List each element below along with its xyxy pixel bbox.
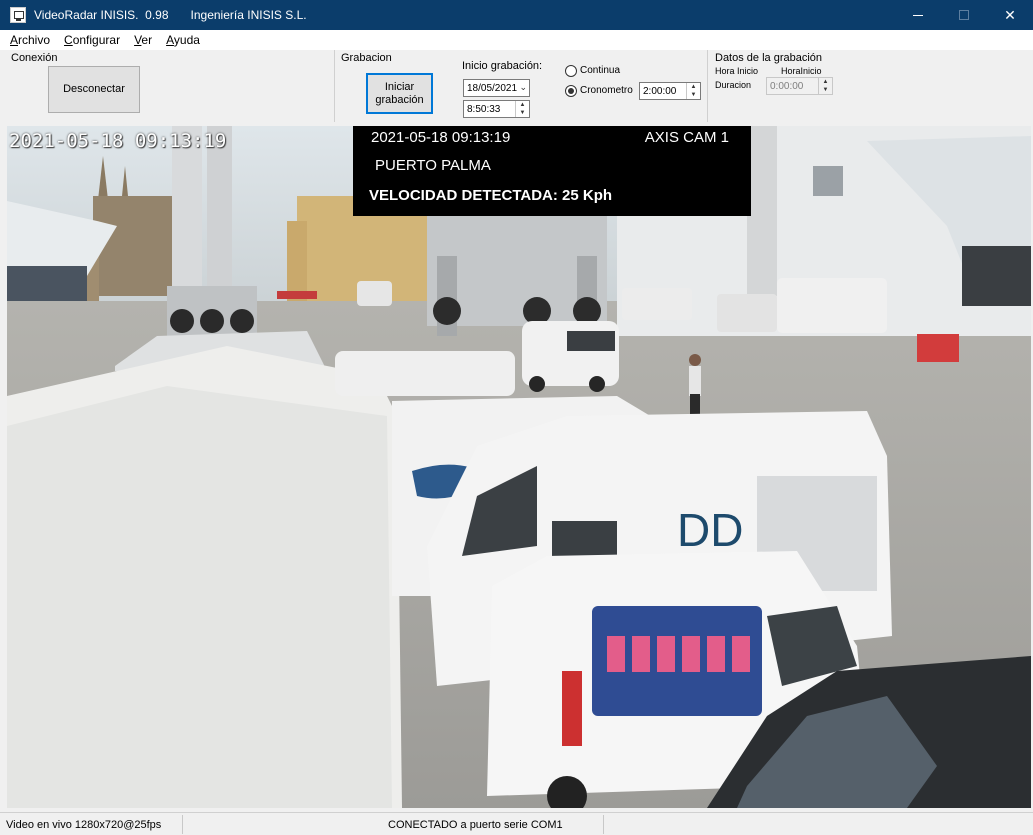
status-video-info: Video en vivo 1280x720@25fps	[0, 815, 183, 834]
time-spin-buttons[interactable]: ▲ ▼	[515, 101, 529, 117]
menu-ver[interactable]: Ver	[127, 33, 159, 47]
speed-overlay: 2021-05-18 09:13:19 AXIS CAM 1 PUERTO PA…	[353, 126, 751, 216]
status-bar: Video en vivo 1280x720@25fps CONECTADO a…	[0, 812, 1033, 835]
spin-up-icon: ▲	[519, 102, 526, 108]
disconnect-button[interactable]: Desconectar	[48, 66, 140, 113]
hora-inicio-label: Hora Inicio	[715, 66, 759, 76]
overlay-speed: VELOCIDAD DETECTADA: 25 Kph	[369, 187, 613, 204]
chevron-down-icon: ⌄	[519, 82, 527, 92]
cronometro-label: Cronometro	[580, 85, 633, 96]
maximize-icon	[959, 10, 969, 20]
spin-down-icon: ▼	[690, 92, 697, 98]
start-label: Inicio grabación:	[462, 60, 543, 72]
window-title: VideoRadar INISIS. 0.98	[34, 8, 169, 22]
video-scene: DD	[7, 126, 1031, 808]
start-date-picker[interactable]: 18/05/2021 ⌄	[463, 79, 530, 97]
group-grabacion: Grabacion Iniciar grabación Inicio graba…	[335, 50, 708, 122]
overlay-camera-name: AXIS CAM 1	[644, 129, 729, 146]
overlay-location: PUERTO PALMA	[375, 157, 491, 174]
spin-up-icon: ▲	[822, 79, 829, 85]
cronometro-stepper[interactable]: 2:00:00 ▲ ▼	[639, 82, 701, 100]
window-company: Ingeniería INISIS S.L.	[190, 8, 307, 22]
menu-ayuda[interactable]: Ayuda	[159, 33, 207, 47]
status-connection: CONECTADO a puerto serie COM1	[382, 815, 604, 834]
window-controls: ✕	[895, 0, 1033, 30]
cronometro-spin-buttons[interactable]: ▲ ▼	[686, 83, 700, 99]
start-recording-button[interactable]: Iniciar grabación	[366, 73, 433, 114]
close-icon: ✕	[1004, 6, 1016, 23]
video-feed[interactable]: DD 2021-05-18 09:13:19 2021-05-18 09:13:…	[7, 126, 1031, 808]
grabacion-label: Grabacion	[341, 52, 392, 64]
menu-configurar[interactable]: Configurar	[57, 33, 127, 47]
spin-down-icon: ▼	[519, 110, 526, 116]
spin-down-icon: ▼	[822, 87, 829, 93]
minimize-icon	[913, 14, 923, 16]
radio-cronometro[interactable]	[565, 85, 577, 97]
minimize-button[interactable]	[895, 0, 941, 30]
group-datos: Datos de la grabación Hora Inicio HoraIn…	[708, 50, 1033, 122]
datos-label: Datos de la grabación	[715, 52, 823, 64]
title-bar: VideoRadar INISIS. 0.98 Ingeniería INISI…	[0, 0, 1033, 30]
start-time-stepper[interactable]: 8:50:33 ▲ ▼	[463, 100, 530, 118]
continua-label: Continua	[580, 65, 621, 76]
control-panel: Conexión Desconectar Grabacion Iniciar g…	[0, 50, 1033, 125]
radio-continua[interactable]	[565, 65, 577, 77]
maximize-button	[941, 0, 987, 30]
menu-bar: Archivo Configurar Ver Ayuda	[0, 30, 1033, 50]
duracion-spin-buttons: ▲ ▼	[818, 78, 832, 94]
overlay-timestamp: 2021-05-18 09:13:19	[371, 129, 511, 146]
close-button[interactable]: ✕	[987, 0, 1033, 30]
app-icon[interactable]	[10, 7, 26, 23]
camera-timestamp: 2021-05-18 09:13:19	[9, 130, 227, 152]
conexion-label: Conexión	[11, 52, 58, 64]
duracion-label: Duracion	[715, 80, 752, 90]
group-conexion: Conexión Desconectar	[0, 50, 335, 122]
duracion-field: 0:00:00 ▲ ▼	[766, 77, 833, 95]
spin-up-icon: ▲	[690, 84, 697, 90]
hora-inicio-value: HoraInicio	[781, 66, 822, 76]
svg-text:DD: DD	[677, 504, 743, 556]
menu-archivo[interactable]: Archivo	[0, 33, 57, 47]
